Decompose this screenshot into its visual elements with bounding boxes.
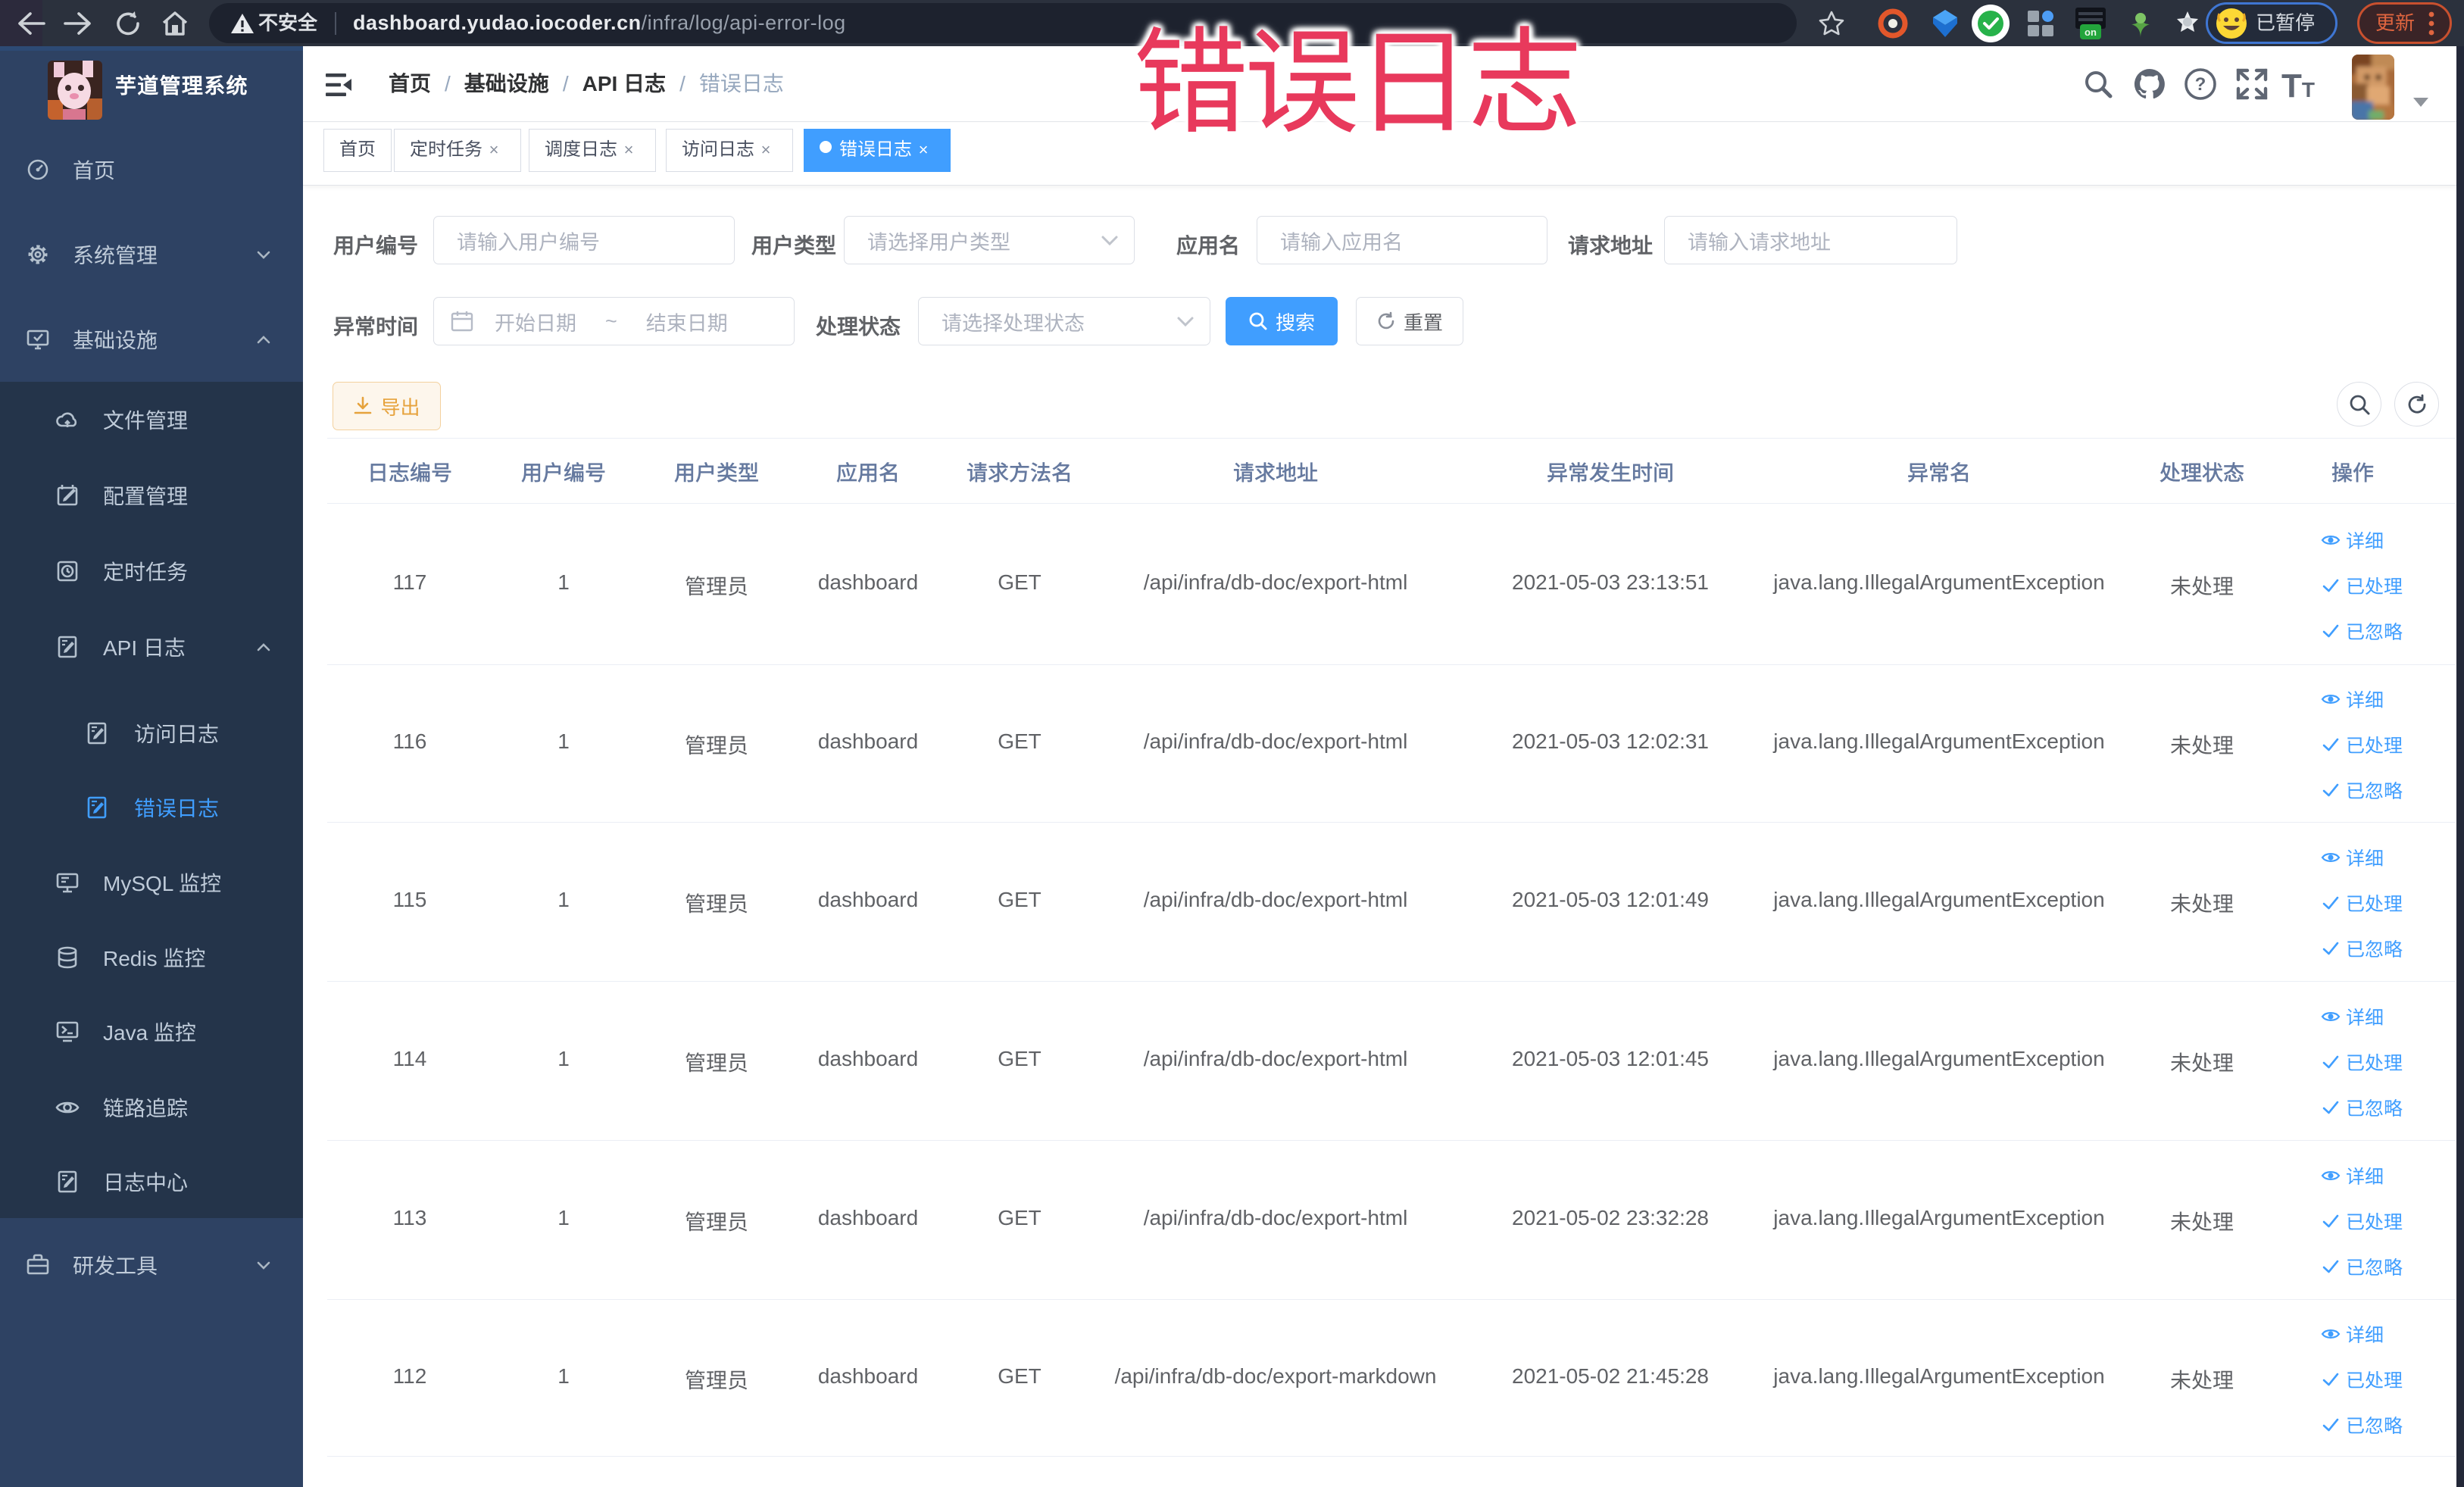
svg-text:?: ? xyxy=(2195,74,2206,95)
svg-text:on: on xyxy=(2085,27,2097,38)
